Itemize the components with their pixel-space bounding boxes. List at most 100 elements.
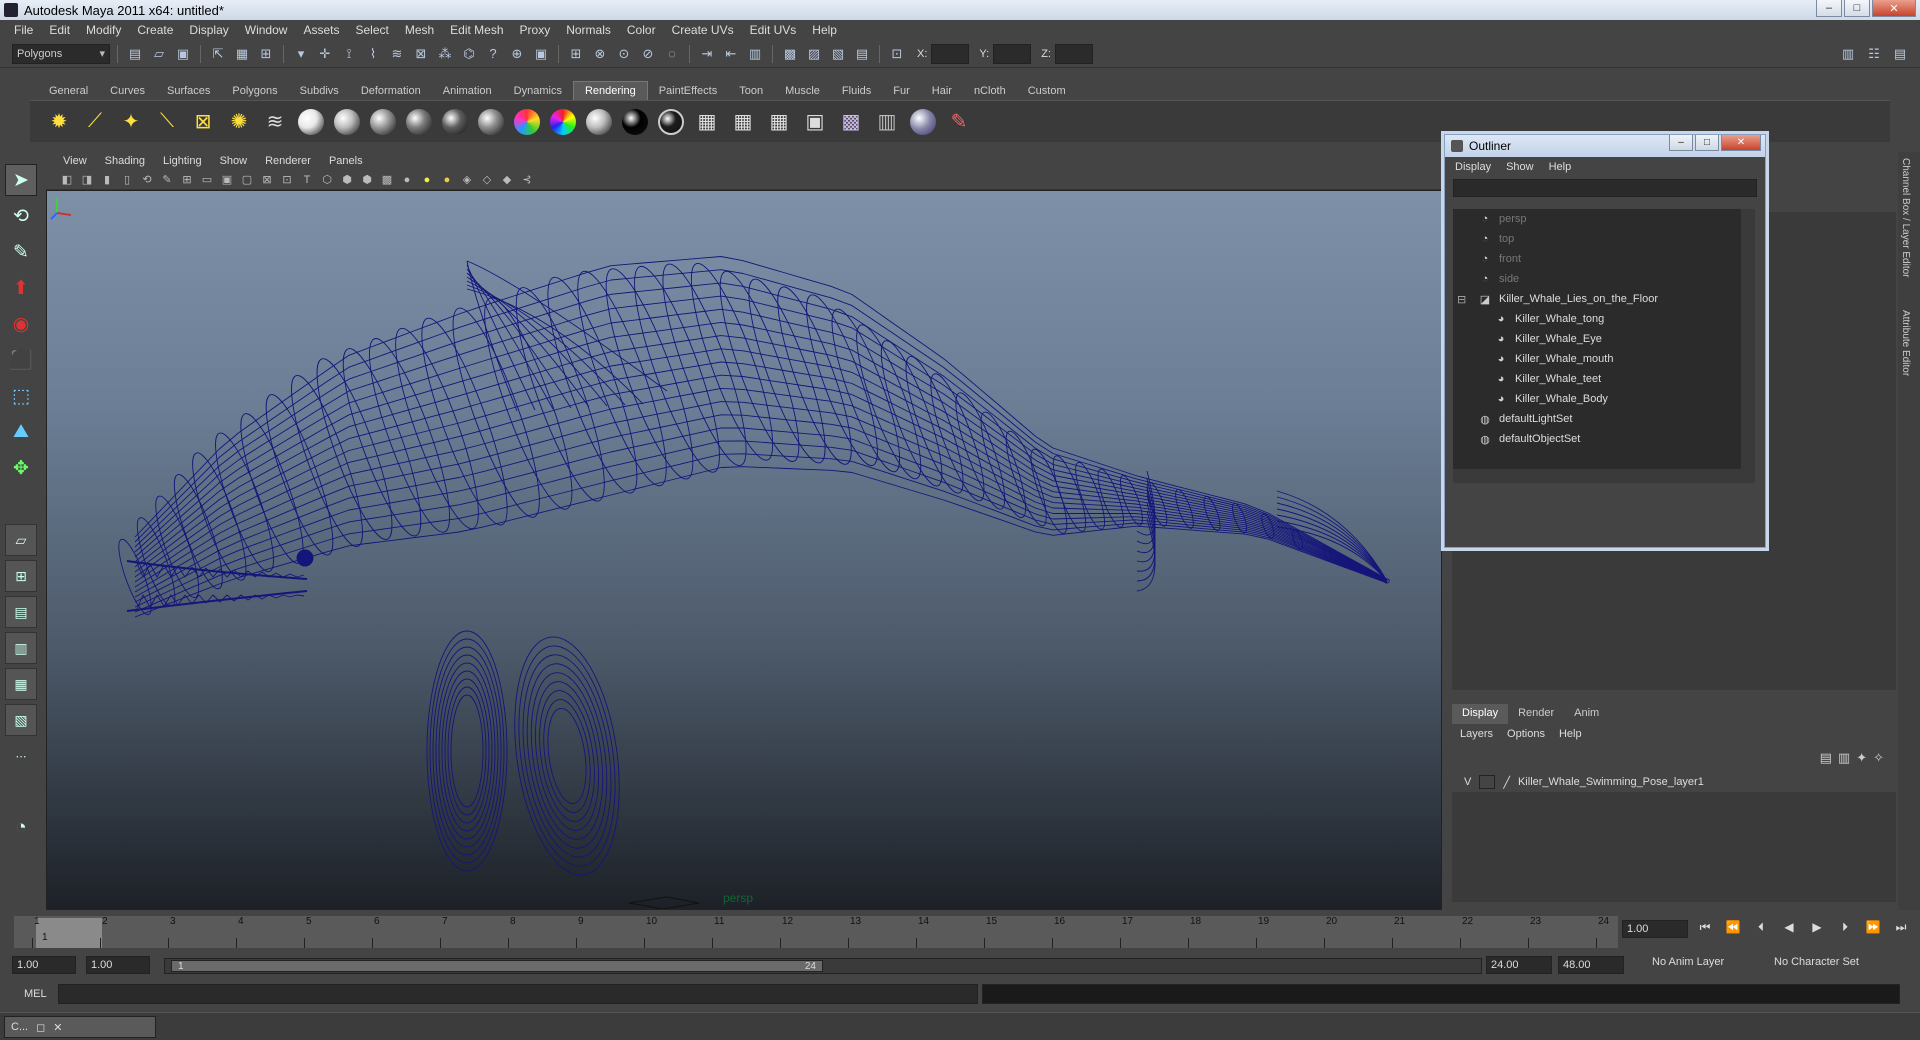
spot-light-icon[interactable]: ⟍ xyxy=(152,107,182,137)
render-settings-shelf-icon[interactable]: ▣ xyxy=(800,107,830,137)
show-manipulator-icon[interactable]: ✥ xyxy=(5,452,37,484)
shader-sphere-8-icon[interactable] xyxy=(656,107,686,137)
layer-menu-layers[interactable]: Layers xyxy=(1460,728,1493,740)
outliner-item[interactable]: ◍ defaultObjectSet xyxy=(1453,429,1741,449)
open-scene-icon[interactable]: ▱ xyxy=(149,44,169,64)
menu-create-uvs[interactable]: Create UVs xyxy=(664,23,742,37)
shelf-tab-polygons[interactable]: Polygons xyxy=(221,82,288,100)
close-button[interactable]: ✕ xyxy=(1872,0,1916,17)
menu-edit-mesh[interactable]: Edit Mesh xyxy=(442,23,511,37)
snap-live-icon[interactable]: ◌ xyxy=(662,44,682,64)
hypershade-icon[interactable]: ≋ xyxy=(260,107,290,137)
move-tool-icon[interactable]: ⬆ xyxy=(5,272,37,304)
camera-attributes-icon[interactable]: ◨ xyxy=(78,172,96,188)
mental-ray-icon[interactable]: ▩ xyxy=(836,107,866,137)
shader-sphere-0-icon[interactable] xyxy=(296,107,326,137)
outliner-horizontal-scrollbar[interactable] xyxy=(1453,469,1755,483)
rainbow-shader-icon[interactable] xyxy=(548,107,578,137)
save-scene-icon[interactable]: ▣ xyxy=(173,44,193,64)
textured-icon[interactable]: ▩ xyxy=(378,172,396,188)
snap-point-icon[interactable]: ⊙ xyxy=(614,44,634,64)
bookmarks-icon[interactable]: ▮ xyxy=(98,172,116,188)
panel-menu-view[interactable]: View xyxy=(54,155,96,167)
curve-mask-icon[interactable]: ⌇ xyxy=(363,44,383,64)
paint-select-tool-icon[interactable]: ✎ xyxy=(5,236,37,268)
assign-material-icon[interactable] xyxy=(908,107,938,137)
new-scene-icon[interactable]: ▤ xyxy=(125,44,145,64)
layer-row[interactable]: V ╱ Killer_Whale_Swimming_Pose_layer1 xyxy=(1452,772,1896,792)
menu-edit-uvs[interactable]: Edit UVs xyxy=(742,23,805,37)
shadows-icon[interactable]: ● xyxy=(418,172,436,188)
layout-single-perspective-icon[interactable]: ▱ xyxy=(5,524,37,556)
step-back-key-icon[interactable]: ⏪ xyxy=(1722,920,1744,935)
resolution-gate-icon[interactable]: ▣ xyxy=(218,172,236,188)
2d-pan-zoom-icon[interactable]: ⟲ xyxy=(138,172,156,188)
ipr-render-icon[interactable]: ▧ xyxy=(828,44,848,64)
paint-brush-icon[interactable]: ✎ xyxy=(944,107,974,137)
misc-mask-icon[interactable]: ? xyxy=(483,44,503,64)
perspective-viewport[interactable]: persp xyxy=(46,190,1442,910)
shelf-tab-toon[interactable]: Toon xyxy=(728,82,774,100)
shader-sphere-5-icon[interactable] xyxy=(476,107,506,137)
anim-layer-dropdown[interactable]: No Anim Layer xyxy=(1652,956,1724,968)
shelf-tab-deformation[interactable]: Deformation xyxy=(350,82,432,100)
go-to-end-icon[interactable]: ⏭ xyxy=(1890,920,1912,935)
render-frame-icon[interactable]: ▨ xyxy=(804,44,824,64)
lock-selection-icon[interactable]: ⊕ xyxy=(507,44,527,64)
snap-grid-icon[interactable]: ⊞ xyxy=(566,44,586,64)
xray-joints-icon[interactable]: ◆ xyxy=(498,172,516,188)
shelf-tab-subdivs[interactable]: Subdivs xyxy=(289,82,350,100)
character-set-dropdown[interactable]: No Character Set xyxy=(1774,956,1859,968)
layer-playback-toggle[interactable] xyxy=(1479,775,1496,789)
soft-modify-tool-icon[interactable]: ⛰ xyxy=(5,416,37,448)
shader-sphere-6-icon[interactable] xyxy=(584,107,614,137)
outliner-maximize-button[interactable]: □ xyxy=(1695,135,1719,151)
layout-hypershade-icon[interactable]: ▦ xyxy=(5,668,37,700)
minimize-button[interactable]: – xyxy=(1816,0,1842,17)
select-object-icon[interactable]: ▦ xyxy=(232,44,252,64)
joint-mask-icon[interactable]: ⟟ xyxy=(339,44,359,64)
side-tab-channel-box[interactable]: Channel Box / Layer Editor xyxy=(1898,152,1913,284)
snap-plane-icon[interactable]: ⊘ xyxy=(638,44,658,64)
menu-window[interactable]: Window xyxy=(237,23,296,37)
deformation-mask-icon[interactable]: ⊠ xyxy=(411,44,431,64)
shelf-tab-hair[interactable]: Hair xyxy=(921,82,963,100)
shader-sphere-1-icon[interactable] xyxy=(332,107,362,137)
menu-file[interactable]: File xyxy=(6,23,41,37)
expand-collapse-icon[interactable]: ⊟ xyxy=(1457,293,1466,306)
isolate-select-icon[interactable]: ◈ xyxy=(458,172,476,188)
layout-persp-graph-icon[interactable]: ▥ xyxy=(5,632,37,664)
panel-menu-shading[interactable]: Shading xyxy=(96,155,154,167)
safe-title-icon[interactable]: T xyxy=(298,172,316,188)
panel-menu-show[interactable]: Show xyxy=(211,155,257,167)
z-field[interactable] xyxy=(1054,43,1093,64)
toggle-channel-box-icon[interactable]: ▤ xyxy=(1890,44,1910,64)
outliner-menu-help[interactable]: Help xyxy=(1549,161,1581,173)
shelf-tab-custom[interactable]: Custom xyxy=(1017,82,1077,100)
outliner-item[interactable]: ◕ Killer_Whale_Body xyxy=(1453,389,1741,409)
gate-mask-icon[interactable]: ▢ xyxy=(238,172,256,188)
step-back-frame-icon[interactable]: ⏴ xyxy=(1750,920,1772,935)
last-tool-icon[interactable] xyxy=(5,488,37,520)
select-tool-icon[interactable]: ➤ xyxy=(5,164,37,196)
outliner-item[interactable]: ◕ Killer_Whale_mouth xyxy=(1453,349,1741,369)
step-forward-key-icon[interactable]: ⏩ xyxy=(1862,920,1884,935)
shelf-tab-ncloth[interactable]: nCloth xyxy=(963,82,1017,100)
handle-mask-icon[interactable]: ✛ xyxy=(315,44,335,64)
menu-assets[interactable]: Assets xyxy=(295,23,347,37)
outliner-menu-show[interactable]: Show xyxy=(1506,161,1543,173)
quick-layout-icon[interactable]: ◔ xyxy=(5,812,37,844)
play-forward-icon[interactable]: ▶ xyxy=(1806,920,1828,935)
layer-menu-help[interactable]: Help xyxy=(1559,728,1582,740)
rendering-mask-icon[interactable]: ⌬ xyxy=(459,44,479,64)
go-to-start-icon[interactable]: ⏮ xyxy=(1694,920,1716,935)
input-line-mode-icon[interactable]: ⊡ xyxy=(887,44,907,64)
toggle-attribute-editor-icon[interactable]: ▥ xyxy=(1838,44,1858,64)
ramp-shader-icon[interactable] xyxy=(512,107,542,137)
shelf-tab-rendering[interactable]: Rendering xyxy=(572,81,648,100)
outliner-item[interactable]: ◕ Killer_Whale_teet xyxy=(1453,369,1741,389)
start-time-field[interactable]: 1.00 xyxy=(12,956,76,974)
layout-four-view-icon[interactable]: ⊞ xyxy=(5,560,37,592)
current-frame-field[interactable]: 1.00 xyxy=(1622,920,1688,938)
shader-sphere-3-icon[interactable] xyxy=(404,107,434,137)
